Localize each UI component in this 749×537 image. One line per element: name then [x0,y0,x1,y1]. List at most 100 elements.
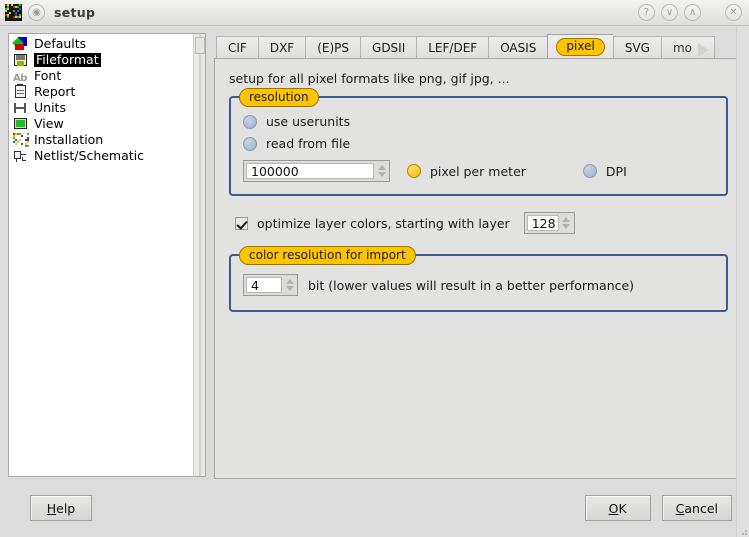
tab-label: SVG [625,41,650,55]
sidebar-scrollbar[interactable] [193,33,206,477]
sidebar-item-label: Netlist/Schematic [34,149,144,163]
radio-dpi[interactable] [583,164,597,178]
ok-button[interactable]: OK [585,495,651,521]
cancel-rest: ancel [684,501,718,516]
sidebar-item-label: View [34,117,64,131]
radio-use-userunits[interactable] [243,115,257,129]
starting-layer-spin-down-icon[interactable] [562,224,570,229]
color-bit-spin-buttons[interactable] [282,275,297,295]
tab-scroll-right-icon[interactable] [698,43,709,57]
sidebar-item-label: Report [34,85,75,99]
tab-lef-def[interactable]: LEF/DEF [416,36,488,59]
monitor-icon [13,117,29,131]
pixel-settings-panel: setup for all pixel formats like png, gi… [214,58,743,479]
sidebar-item-label: Defaults [34,37,86,51]
optimize-layer-colors-label: optimize layer colors, starting with lay… [257,216,510,231]
help-button[interactable]: ? [638,4,655,21]
color-resolution-group-title: color resolution for import [239,246,416,265]
settings-category-list[interactable]: Defaults Fileformat Ab Font Report Units View I… [8,33,193,477]
ok-button-label: OK [609,501,627,516]
sidebar-item-defaults[interactable]: Defaults [11,36,193,52]
window-menu-button[interactable]: ◉ [28,4,45,21]
radio-label-pixel-per-meter: pixel per meter [430,164,526,179]
window-menu-dot: ◉ [32,8,41,18]
starting-layer-spin-buttons[interactable] [559,213,574,233]
color-bit-spin-up-icon[interactable] [286,279,294,284]
cancel-button-label: Cancel [676,501,718,516]
help-rest: elp [56,501,75,516]
dialog-footer: Help OK Cancel [0,479,749,537]
resolution-spinbox[interactable]: 100000 [243,160,390,182]
radio-pixel-per-meter[interactable] [407,164,421,178]
sidebar-item-view[interactable]: View [11,116,193,132]
defaults-icon [13,37,29,51]
sidebar-item-fileformat[interactable]: Fileformat [11,52,193,68]
floppy-disk-icon [13,53,29,67]
radio-label-read-from-file: read from file [266,136,350,151]
resolution-group-title: resolution [239,88,319,107]
tab-label: DXF [270,41,294,55]
help-button-footer[interactable]: Help [30,495,92,521]
installation-icon [13,133,29,147]
sidebar-item-units[interactable]: Units [11,100,193,116]
sidebar-scrollbar-track[interactable] [199,34,201,476]
color-bit-spin-down-icon[interactable] [286,286,294,291]
tab--e-ps[interactable]: (E)PS [305,36,360,59]
starting-layer-spinbox[interactable]: 128 [524,212,575,234]
sidebar-scrollbar-thumb[interactable] [195,37,205,54]
window-right-edge [736,26,749,537]
resolution-value-row: 100000 pixel per meter DPI [243,160,714,182]
window-title: setup [54,5,95,20]
optimize-layer-colors-checkbox[interactable] [235,217,248,230]
radio-read-from-file[interactable] [243,137,257,151]
color-resolution-row: 4 bit (lower values will result in a bet… [243,274,714,296]
tab-svg[interactable]: SVG [613,36,661,59]
close-button[interactable]: ✕ [725,4,742,21]
sidebar-item-installation[interactable]: Installation [11,132,193,148]
tab-cif[interactable]: CIF [216,36,258,59]
tab-mo[interactable]: mo [661,36,715,59]
color-bit-spinbox[interactable]: 4 [243,274,298,296]
window-body: Defaults Fileformat Ab Font Report Units View I… [0,26,749,479]
resize-grip[interactable] [740,528,747,535]
radio-label-dpi: DPI [606,164,627,179]
sidebar-item-font[interactable]: Ab Font [11,68,193,84]
starting-layer-input[interactable]: 128 [527,215,559,231]
radio-row-use-userunits[interactable]: use userunits [243,114,714,129]
units-caliper-icon [13,101,29,115]
resolution-group: resolution use userunits read from file … [229,96,728,196]
resolution-spin-down-icon[interactable] [378,172,386,177]
ok-mnemonic: O [609,501,619,516]
radio-row-read-from-file[interactable]: read from file [243,136,714,151]
maximize-button[interactable]: ∧ [684,4,701,21]
main-area: CIF DXF (E)PS GDSII LEF/DEF OASIS pixel SVG mo s… [214,33,743,479]
tab-label: (E)PS [317,41,349,55]
color-bit-input[interactable]: 4 [246,277,282,293]
resolution-spin-up-icon[interactable] [378,165,386,170]
sidebar-item-report[interactable]: Report [11,84,193,100]
format-tab-bar: CIF DXF (E)PS GDSII LEF/DEF OASIS pixel SVG mo [214,33,743,59]
sidebar-item-label: Font [34,69,61,83]
tab-pixel[interactable]: pixel [547,34,612,59]
title-bar: ◉ setup ? ∨ ∧ ✕ [0,0,749,26]
radio-row-dpi[interactable]: DPI [583,164,627,179]
color-bit-description: bit (lower values will result in a bette… [308,278,634,293]
tab-gdsii[interactable]: GDSII [360,36,416,59]
window-controls: ? ∨ ∧ ✕ [638,4,742,21]
starting-layer-spin-up-icon[interactable] [562,217,570,222]
resolution-spin-buttons[interactable] [374,161,389,181]
minimize-button[interactable]: ∨ [661,4,678,21]
tab-label: LEF/DEF [428,41,477,55]
tab-dxf[interactable]: DXF [258,36,305,59]
sidebar-item-netlist-schematic[interactable]: Netlist/Schematic [11,148,193,164]
netlist-schematic-icon [13,149,29,163]
report-clipboard-icon [13,85,29,99]
color-resolution-group: color resolution for import 4 bit (lower… [229,254,728,312]
resolution-input[interactable]: 100000 [246,163,374,179]
radio-row-pixel-per-meter[interactable]: pixel per meter [407,164,526,179]
cancel-button[interactable]: Cancel [662,495,732,521]
sidebar-item-label: Fileformat [34,53,101,67]
radio-label-use-userunits: use userunits [266,114,350,129]
sidebar-item-label: Installation [34,133,103,147]
tab-oasis[interactable]: OASIS [488,36,547,59]
